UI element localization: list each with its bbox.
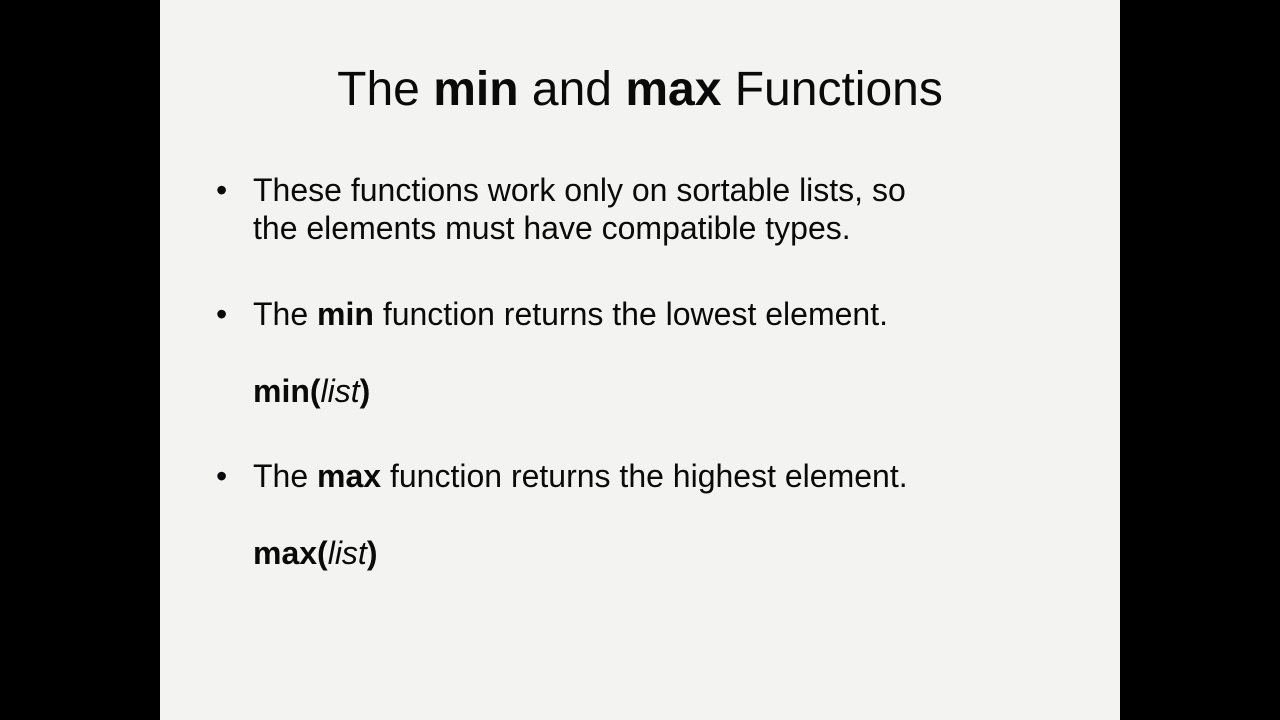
- bullet-point-icon: •: [216, 458, 228, 494]
- syntax-close-paren: ): [366, 535, 378, 571]
- bullet-prefix: The: [253, 458, 318, 494]
- bullet-suffix: function returns the highest element.: [381, 458, 908, 494]
- bullet-text: The min function returns the lowest elem…: [253, 295, 888, 333]
- bullet-point-icon: •: [216, 172, 228, 208]
- bullet-text: The max function returns the highest ele…: [253, 457, 908, 495]
- title-keyword-min: min: [433, 63, 519, 116]
- title-prefix: The: [337, 63, 434, 116]
- title-keyword-max: max: [625, 63, 722, 116]
- bullet-line-2: the elements must have compatible types.: [253, 210, 851, 246]
- syntax-argument: list: [320, 373, 360, 409]
- bullet-suffix: function returns the lowest element.: [373, 296, 888, 332]
- syntax-func-name: max(: [253, 535, 328, 571]
- bullet-line-1: These functions work only on sortable li…: [253, 172, 906, 208]
- bullet-keyword-min: min: [317, 296, 374, 332]
- syntax-close-paren: ): [359, 373, 371, 409]
- bullet-text: These functions work only on sortable li…: [253, 171, 906, 247]
- presentation-slide: The min and max Functions • These functi…: [160, 0, 1120, 720]
- syntax-func-name: min(: [253, 373, 321, 409]
- bullet-keyword-max: max: [317, 458, 382, 494]
- title-middle: and: [518, 63, 626, 116]
- slide-title: The min and max Functions: [160, 58, 1120, 122]
- syntax-argument: list: [327, 535, 367, 571]
- syntax-max: max(list): [253, 534, 377, 572]
- bullet-point-icon: •: [216, 296, 228, 332]
- syntax-min: min(list): [253, 372, 370, 410]
- title-suffix: Functions: [721, 63, 943, 116]
- bullet-prefix: The: [253, 296, 318, 332]
- video-frame: The min and max Functions • These functi…: [0, 0, 1280, 720]
